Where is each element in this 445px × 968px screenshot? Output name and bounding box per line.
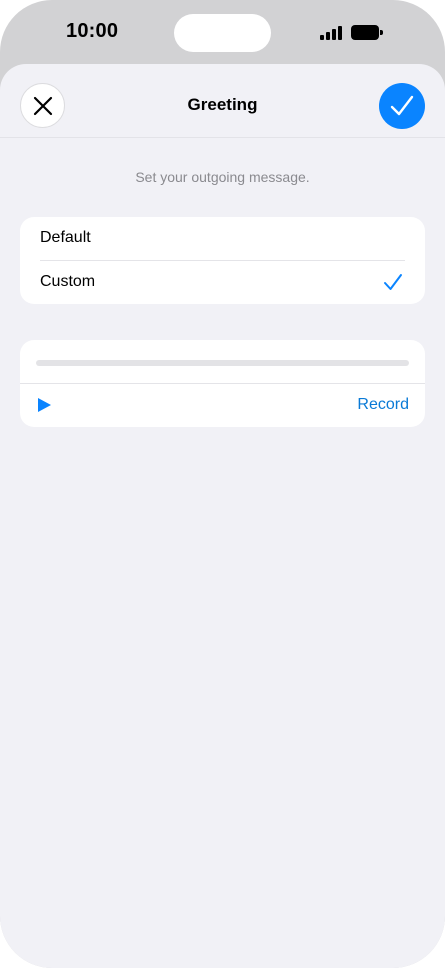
record-button[interactable]: Record: [357, 396, 409, 414]
option-default[interactable]: Default: [20, 217, 425, 260]
status-time: 10:00: [66, 20, 119, 42]
play-icon[interactable]: [36, 396, 54, 414]
phone-frame: 10:00 Greeting Set your outgoing message…: [0, 0, 445, 968]
playback-progress-bar[interactable]: [36, 360, 409, 366]
nav-bar: Greeting: [0, 64, 445, 138]
greeting-options-list: Default Custom: [20, 217, 425, 304]
cellular-signal-icon: [320, 25, 344, 40]
option-label: Custom: [40, 273, 96, 290]
hint-text: Set your outgoing message.: [135, 169, 310, 185]
greeting-player: Record: [20, 340, 425, 427]
selected-checkmark-icon: [384, 274, 402, 290]
option-label: Default: [40, 229, 91, 246]
dynamic-island: [174, 14, 271, 52]
greeting-sheet: Greeting Set your outgoing message. Defa…: [0, 64, 445, 968]
done-button[interactable]: [379, 83, 425, 129]
status-bar: 10:00: [0, 0, 445, 64]
option-custom[interactable]: Custom: [20, 261, 425, 304]
divider: [20, 383, 425, 384]
battery-icon: [351, 25, 383, 40]
checkmark-icon: [390, 95, 414, 116]
